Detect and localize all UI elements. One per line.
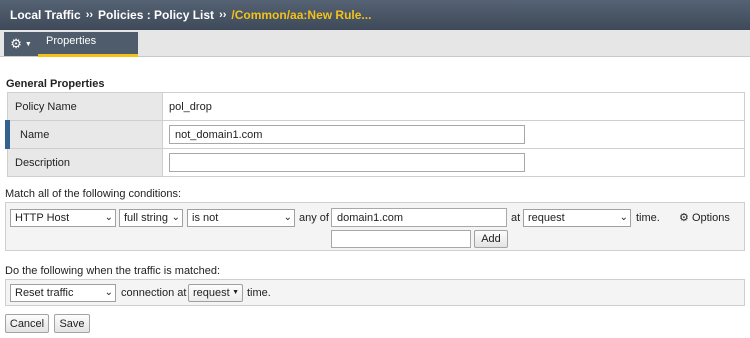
any-of-label: any of — [299, 212, 329, 224]
breadcrumb-separator: ›› — [85, 9, 94, 21]
condition-event-value: request — [528, 212, 565, 224]
operand-value: HTTP Host — [15, 212, 70, 224]
breadcrumb: Local Traffic ›› Policies : Policy List … — [0, 0, 750, 30]
breadcrumb-separator: ›› — [219, 9, 227, 21]
actions-title: Do the following when the traffic is mat… — [5, 265, 221, 277]
cancel-button[interactable]: Cancel — [5, 314, 49, 333]
conditions-title: Match all of the following conditions: — [5, 188, 182, 200]
description-row: Description — [7, 148, 745, 177]
action-time-label: time. — [247, 287, 271, 299]
general-properties-title: General Properties — [6, 78, 105, 90]
time-label: time. — [636, 212, 660, 224]
match-type-select[interactable]: full string ⌄ — [119, 209, 183, 227]
operand-select[interactable]: HTTP Host ⌄ — [10, 209, 116, 227]
gear-icon: ⚙ — [679, 212, 689, 224]
name-row: Name — [5, 120, 745, 149]
policy-name-label: Policy Name — [7, 92, 163, 121]
options-link[interactable]: ⚙ Options — [679, 211, 730, 224]
gear-icon: ⚙ — [10, 36, 22, 51]
breadcrumb-current: /Common/aa:New Rule... — [231, 8, 372, 22]
operator-select[interactable]: is not ⌄ — [187, 209, 295, 227]
chevron-down-icon: ⌄ — [283, 212, 292, 223]
description-input[interactable] — [169, 153, 525, 172]
condition-event-select[interactable]: request ⌄ — [523, 209, 631, 227]
breadcrumb-policy-list[interactable]: Policies : Policy List — [98, 8, 214, 22]
connection-at-label: connection at — [121, 287, 187, 299]
action-value: Reset traffic — [15, 287, 74, 299]
tab-bar: ⚙ ▼ Properties — [0, 30, 750, 57]
match-type-value: full string — [124, 212, 169, 224]
name-input[interactable] — [169, 125, 525, 144]
caret-down-icon: ▼ — [232, 289, 239, 296]
add-button[interactable]: Add — [474, 230, 508, 248]
general-properties-table: Policy Name pol_drop Name Description — [5, 92, 745, 177]
name-label: Name — [5, 120, 163, 149]
condition-row: HTTP Host⌄ full string⌄ is not⌄ any of a… — [5, 202, 745, 251]
save-button[interactable]: Save — [54, 314, 90, 333]
add-value-input[interactable] — [331, 230, 471, 248]
action-event-value: request — [193, 287, 230, 299]
action-select[interactable]: Reset traffic ⌄ — [10, 284, 116, 302]
options-label: Options — [691, 212, 730, 224]
chevron-down-icon: ⌄ — [619, 212, 628, 223]
action-row: Reset traffic ⌄ connection at request ▼ t… — [5, 279, 745, 306]
policy-name-row: Policy Name pol_drop — [7, 92, 745, 121]
chevron-down-icon: ⌄ — [104, 212, 113, 223]
chevron-down-icon: ⌄ — [104, 287, 113, 298]
chevron-down-icon: ▼ — [24, 40, 32, 48]
policy-name-value: pol_drop — [162, 92, 745, 121]
breadcrumb-local-traffic[interactable]: Local Traffic — [10, 8, 81, 22]
at-label: at — [511, 212, 521, 224]
condition-value-input[interactable] — [331, 208, 507, 227]
settings-menu-button[interactable]: ⚙ ▼ — [4, 32, 38, 56]
description-label: Description — [7, 148, 163, 177]
operator-value: is not — [192, 212, 219, 224]
tab-properties[interactable]: Properties — [38, 32, 138, 57]
action-event-dropdown[interactable]: request ▼ — [188, 284, 243, 302]
chevron-down-icon: ⌄ — [171, 212, 180, 223]
